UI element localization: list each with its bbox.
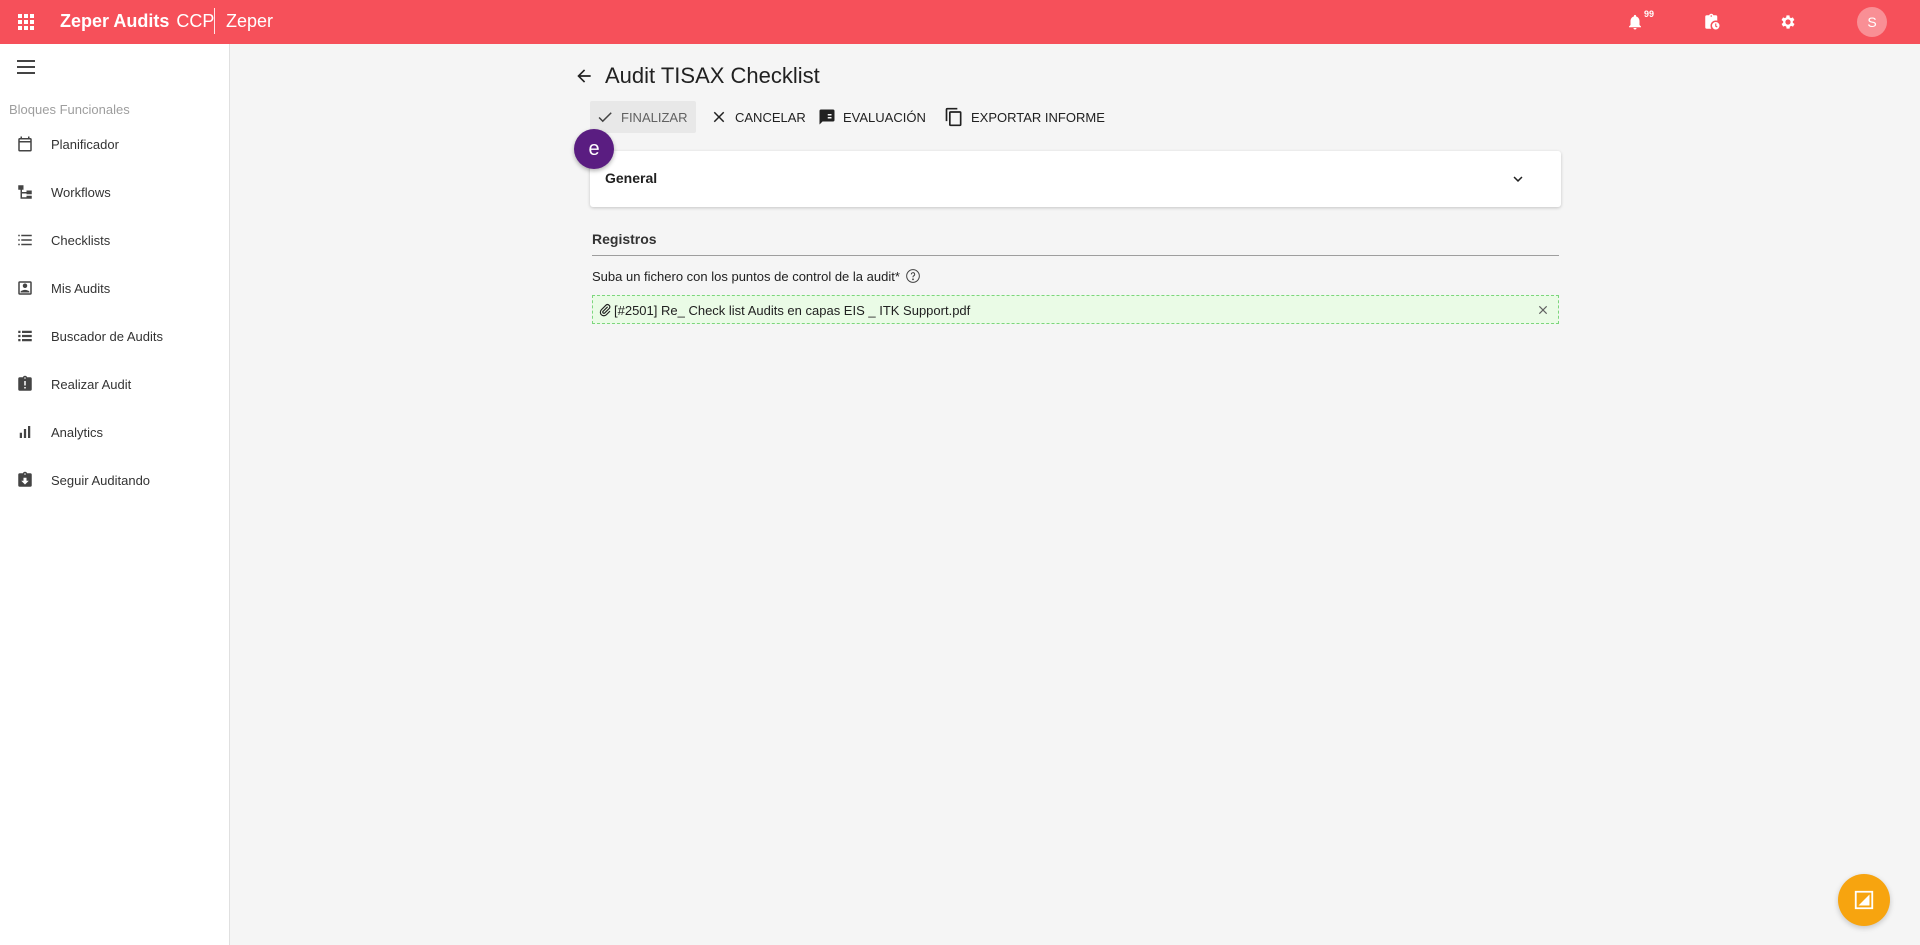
copy-icon (945, 107, 962, 127)
sidebar-item-label: Analytics (51, 424, 104, 440)
clipboard-alert-icon (18, 375, 32, 391)
clipboard-clock-icon[interactable] (1703, 13, 1721, 31)
workflow-icon (18, 185, 32, 199)
sidebar-item-label: Mis Audits (51, 280, 111, 296)
upload-field-label: Suba un fichero con los puntos de contro… (592, 268, 921, 284)
sidebar-item-label: Realizar Audit (51, 376, 132, 392)
help-widget-button[interactable] (1838, 874, 1890, 926)
evaluacion-label: EVALUACIÓN (843, 109, 926, 125)
sidebar-item-planificador[interactable]: Planificador (0, 124, 229, 164)
exportar-informe-button[interactable]: EXPORTAR INFORME (938, 101, 1111, 133)
app-title-main: Zeper Audits (60, 11, 170, 31)
contact-card-icon (18, 281, 32, 295)
finalizar-label: FINALIZAR (621, 109, 688, 125)
check-icon (598, 112, 612, 123)
panel-title: General (605, 170, 658, 186)
top-bar: Zeper Audits CCP Zeper 99 S (0, 0, 1920, 44)
sidebar-item-analytics[interactable]: Analytics (0, 412, 229, 452)
bell-icon[interactable] (1626, 13, 1644, 31)
sidebar-item-label: Planificador (51, 136, 119, 152)
zendesk-logo-icon (1854, 890, 1874, 910)
sidebar-item-label: Checklists (51, 232, 111, 248)
remove-file-icon[interactable] (1536, 303, 1550, 317)
sidebar-item-realizar-audit[interactable]: Realizar Audit (0, 364, 229, 404)
app-title[interactable]: Zeper Audits CCP (60, 11, 214, 32)
uploaded-file-item: [#2501] Re_ Check list Audits en capas E… (592, 295, 1559, 324)
close-icon (713, 111, 725, 123)
clipboard-download-icon (18, 471, 32, 487)
page-title: Audit TISAX Checklist (605, 63, 820, 88)
back-arrow-icon[interactable] (574, 66, 594, 86)
general-expansion-panel[interactable]: General (590, 151, 1561, 207)
sidebar-item-label: Workflows (51, 184, 111, 200)
paperclip-icon (599, 304, 611, 317)
sidebar-item-workflows[interactable]: Workflows (0, 172, 229, 212)
gear-icon[interactable] (1779, 13, 1797, 31)
menu-icon[interactable] (17, 60, 35, 74)
sidebar-item-label: Buscador de Audits (51, 328, 164, 344)
section-title: Registros (592, 231, 657, 247)
list-icon (18, 234, 32, 246)
sidebar: Bloques Funcionales Planificador Workflo… (0, 44, 230, 945)
upload-field-label-text: Suba un fichero con los puntos de contro… (592, 268, 900, 284)
sidebar-item-buscador-de-audits[interactable]: Buscador de Audits (0, 316, 229, 356)
comment-icon (819, 109, 835, 125)
title-divider (214, 8, 215, 34)
app-title-suffix: CCP (176, 11, 215, 31)
evaluacion-button[interactable]: EVALUACIÓN (812, 101, 932, 133)
sidebar-item-label: Seguir Auditando (51, 472, 151, 488)
bar-chart-icon (19, 426, 31, 438)
step-badge: e (574, 129, 614, 169)
cancelar-button[interactable]: CANCELAR (704, 101, 812, 133)
exportar-label: EXPORTAR INFORME (971, 109, 1105, 125)
chevron-down-icon (1513, 176, 1523, 182)
sidebar-item-mis-audits[interactable]: Mis Audits (0, 268, 229, 308)
organization-name: Zeper (226, 11, 274, 31)
calendar-icon (18, 136, 32, 152)
sidebar-item-checklists[interactable]: Checklists (0, 220, 229, 260)
list-view-icon (18, 330, 32, 342)
sidebar-item-seguir-auditando[interactable]: Seguir Auditando (0, 460, 229, 500)
apps-grid-icon[interactable] (18, 14, 34, 30)
section-divider (592, 255, 1559, 256)
user-avatar[interactable]: S (1857, 7, 1887, 37)
cancelar-label: CANCELAR (735, 109, 806, 125)
finalizar-button[interactable]: FINALIZAR (590, 101, 696, 133)
uploaded-file-name[interactable]: [#2501] Re_ Check list Audits en capas E… (614, 303, 970, 318)
notification-count-badge: 99 (1644, 9, 1655, 19)
help-icon[interactable] (905, 268, 921, 284)
sidebar-section-label: Bloques Funcionales (9, 102, 130, 117)
